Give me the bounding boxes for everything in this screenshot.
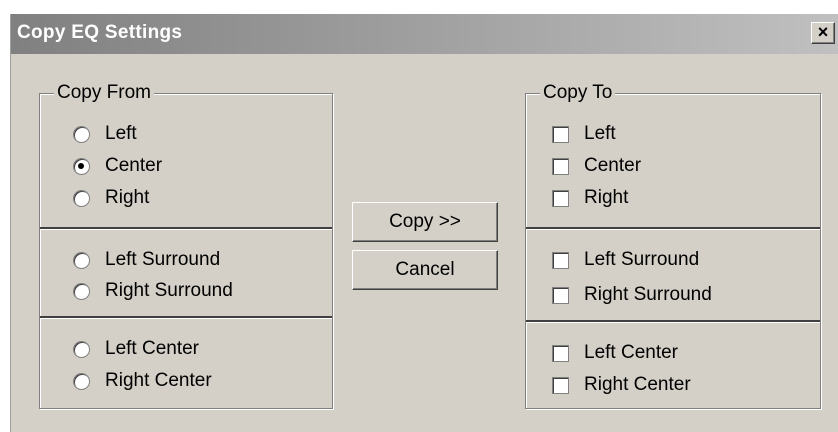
radio-button[interactable] — [73, 340, 90, 358]
checkbox-right-surround[interactable]: Right Surround — [552, 282, 712, 308]
copy-eq-dialog: Copy EQ Settings × Copy From Left Center… — [10, 14, 838, 432]
radio-label: Right Surround — [105, 280, 233, 301]
checkbox[interactable] — [552, 157, 569, 175]
checkbox[interactable] — [552, 189, 569, 207]
copy-to-separator — [526, 227, 820, 230]
radio-label: Right Center — [105, 370, 212, 391]
checkbox[interactable] — [552, 251, 569, 269]
radio-label: Left Surround — [105, 249, 221, 270]
radio-button[interactable] — [73, 372, 90, 390]
checkbox-label: Center — [584, 155, 642, 176]
checkbox-right-center[interactable]: Right Center — [552, 372, 691, 398]
radio-button-selected[interactable] — [73, 157, 90, 175]
copy-button[interactable]: Copy >> — [352, 202, 498, 242]
close-button[interactable]: × — [811, 22, 835, 44]
checkbox-label: Left — [584, 123, 616, 144]
radio-button[interactable] — [73, 282, 90, 300]
checkbox-label: Right — [584, 187, 629, 208]
checkbox-label: Right Surround — [584, 284, 712, 305]
copy-to-group: Copy To Left Center Right Left Surround … — [525, 82, 821, 409]
checkbox[interactable] — [552, 125, 569, 143]
radio-button[interactable] — [73, 189, 90, 207]
checkbox[interactable] — [552, 344, 569, 362]
checkbox[interactable] — [552, 286, 569, 304]
checkbox-left-surround[interactable]: Left Surround — [552, 247, 699, 273]
checkbox-center[interactable]: Center — [552, 153, 641, 179]
checkbox-label: Left Surround — [584, 249, 700, 270]
checkbox-label: Left Center — [584, 342, 678, 363]
radio-label: Left — [105, 123, 137, 144]
checkbox-label: Right Center — [584, 374, 691, 395]
checkbox-left[interactable]: Left — [552, 121, 616, 147]
radio-center[interactable]: Center — [73, 153, 162, 179]
radio-right-center[interactable]: Right Center — [73, 368, 212, 394]
radio-label: Right — [105, 187, 150, 208]
copy-from-separator — [40, 316, 332, 319]
checkbox-right[interactable]: Right — [552, 185, 628, 211]
radio-left-center[interactable]: Left Center — [73, 336, 199, 362]
checkbox-left-center[interactable]: Left Center — [552, 340, 678, 366]
window-title: Copy EQ Settings — [17, 22, 183, 43]
radio-left-surround[interactable]: Left Surround — [73, 247, 220, 273]
radio-left[interactable]: Left — [73, 121, 137, 147]
checkbox[interactable] — [552, 376, 569, 394]
copy-from-legend: Copy From — [54, 82, 154, 104]
cancel-button[interactable]: Cancel — [352, 250, 498, 290]
radio-label: Center — [105, 155, 163, 176]
copy-from-group: Copy From Left Center Right Left Surroun… — [39, 82, 333, 409]
copy-to-separator — [526, 320, 820, 323]
title-bar[interactable]: Copy EQ Settings × — [11, 14, 838, 54]
radio-button[interactable] — [73, 251, 90, 269]
radio-right-surround[interactable]: Right Surround — [73, 278, 233, 304]
copy-to-legend: Copy To — [540, 82, 616, 104]
radio-button[interactable] — [73, 125, 90, 143]
copy-from-separator — [40, 227, 332, 230]
radio-label: Left Center — [105, 338, 199, 359]
radio-right[interactable]: Right — [73, 185, 149, 211]
